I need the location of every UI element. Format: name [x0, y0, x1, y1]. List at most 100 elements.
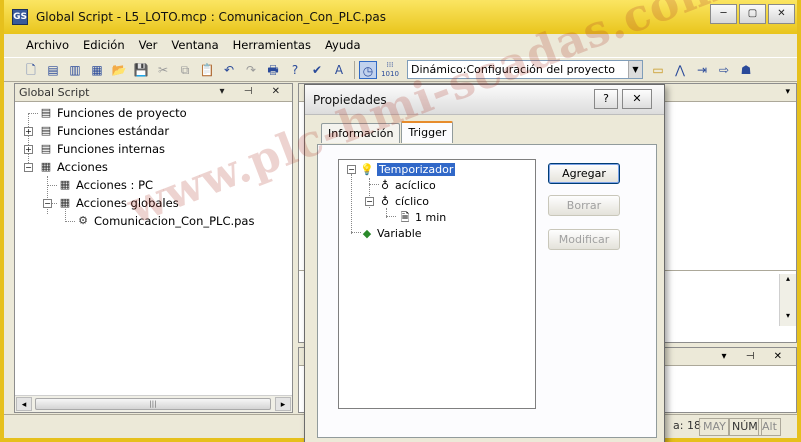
bulb-icon: 💡 — [360, 162, 374, 176]
tree-item-label: Acciones — [57, 160, 108, 174]
menu-ver[interactable]: Ver — [139, 38, 158, 52]
open-folder-icon[interactable]: 📂 — [110, 61, 128, 79]
new-standard-function-icon[interactable]: ▥ — [66, 61, 84, 79]
tab-trigger[interactable]: Trigger — [401, 121, 454, 143]
tab-informacion[interactable]: Información — [321, 123, 401, 143]
tree-item-acciones-pc[interactable]: ▦ Acciones : PC — [57, 176, 153, 194]
borrar-button[interactable]: Borrar — [548, 195, 620, 216]
grid-icon[interactable]: ⁞⁞⁞ 1010 — [381, 61, 399, 79]
import-icon[interactable]: ⇥ — [693, 61, 711, 79]
trigger-item-ciclico[interactable]: ♁ cíclico — [377, 193, 429, 209]
close-button[interactable]: ✕ — [768, 4, 795, 24]
scroll-track — [780, 283, 796, 311]
tree-item-label: Funciones de proyecto — [57, 106, 187, 120]
toolbar: 🗋 ▤ ▥ ▦ 📂 💾 ✂ ⧉ 📋 ↶ ↷ 🖶 ? ✔ A ◷ ⁞⁞⁞ 1010 … — [4, 57, 797, 82]
chevron-down-icon[interactable]: ▾ — [785, 87, 790, 97]
tree-line — [47, 176, 48, 214]
menu-archivo[interactable]: Archivo — [26, 38, 69, 52]
vertical-scrollbar[interactable]: ▴ ▾ — [779, 274, 796, 326]
folder-icon[interactable]: ▭ — [649, 61, 667, 79]
tree-item-label: Funciones internas — [57, 142, 166, 156]
save-icon[interactable]: 💾 — [132, 61, 150, 79]
dynamic-select[interactable]: Dinámico:Configuración del proyecto ▼ — [407, 60, 643, 79]
status-num: NÚM — [728, 418, 762, 436]
output-header-buttons[interactable]: ▾ ⊣ ✕ — [722, 351, 790, 362]
dialog-title-bar: Propiedades ? ✕ — [305, 85, 664, 115]
tree-item-comunicacion-plc[interactable]: ⚙ Comunicacion_Con_PLC.pas — [75, 212, 254, 230]
people-icon[interactable]: ☗ — [737, 61, 755, 79]
tree-item-label: Acciones : PC — [76, 178, 154, 192]
print-icon[interactable]: 🖶 — [264, 61, 282, 79]
document-icon: 🗎 — [400, 210, 410, 224]
trigger-tab-panel: − 💡 Temporizador ♁ acíclico − ♁ cíclico … — [317, 144, 657, 438]
compile-icon[interactable]: ✔ — [308, 61, 326, 79]
minimize-button[interactable]: ─ — [710, 4, 737, 24]
trigger-item-aciclico[interactable]: ♁ acíclico — [377, 177, 436, 193]
window-title: Global Script - L5_LOTO.mcp : Comunicaci… — [36, 10, 387, 24]
cut-icon[interactable]: ✂ — [154, 61, 172, 79]
collapse-icon[interactable]: − — [43, 199, 52, 208]
font-color-icon[interactable]: A — [330, 61, 348, 79]
dynamic-select-value: Dinámico:Configuración del proyecto — [411, 63, 615, 76]
redo-icon[interactable]: ↷ — [242, 61, 260, 79]
trigger-tree: − 💡 Temporizador ♁ acíclico − ♁ cíclico … — [338, 159, 536, 409]
status-caps: MAY — [699, 418, 730, 436]
global-script-panel: Global Script ▾ ⊣ ✕ ▤ Funciones de proye… — [14, 83, 293, 413]
new-file-icon[interactable]: 🗋 — [22, 61, 40, 79]
restore-button[interactable]: ▢ — [739, 4, 766, 24]
tree-item-label: Acciones globales — [76, 196, 179, 210]
trigger-item-1min[interactable]: 🗎 1 min — [397, 209, 447, 225]
function-list-icon: ▤ — [40, 142, 52, 155]
collapse-icon[interactable]: − — [347, 165, 356, 174]
chevron-down-icon[interactable]: ▼ — [628, 61, 642, 78]
agregar-button[interactable]: Agregar — [548, 163, 620, 184]
compass-icon[interactable]: ⋀ — [671, 61, 689, 79]
variable-icon: ◆ — [362, 226, 372, 240]
clock-icon[interactable]: ◷ — [359, 60, 377, 79]
menu-herramientas[interactable]: Herramientas — [233, 38, 311, 52]
new-action-icon[interactable]: ▦ — [88, 61, 106, 79]
expand-icon[interactable]: + — [24, 127, 33, 136]
trigger-item-label: Variable — [377, 226, 422, 240]
scroll-up-icon[interactable]: ▴ — [780, 274, 796, 283]
undo-icon[interactable]: ↶ — [220, 61, 238, 79]
tree-item-acciones-globales[interactable]: ▦ Acciones globales — [57, 194, 179, 212]
modificar-button[interactable]: Modificar — [548, 229, 620, 250]
toolbar-separator — [354, 60, 355, 79]
tree-line — [28, 113, 38, 114]
context-help-icon[interactable]: ? — [286, 61, 304, 79]
horizontal-scrollbar[interactable]: ◂ ||| ▸ — [15, 395, 292, 412]
menu-edicion[interactable]: Edición — [83, 38, 125, 52]
export-icon[interactable]: ⇨ — [715, 61, 733, 79]
menu-ventana[interactable]: Ventana — [171, 38, 218, 52]
tree-item-funciones-internas[interactable]: ▤ Funciones internas — [38, 140, 165, 158]
trigger-item-temporizador[interactable]: 💡 Temporizador — [359, 161, 456, 177]
paste-icon[interactable]: 📋 — [198, 61, 216, 79]
copy-icon[interactable]: ⧉ — [176, 61, 194, 79]
expand-icon[interactable]: + — [24, 145, 33, 154]
dialog-title: Propiedades — [313, 92, 387, 107]
title-bar: GS Global Script - L5_LOTO.mcp : Comunic… — [4, 0, 797, 34]
new-project-function-icon[interactable]: ▤ — [44, 61, 62, 79]
menu-ayuda[interactable]: Ayuda — [325, 38, 361, 52]
scroll-thumb[interactable]: ||| — [35, 398, 271, 410]
function-list-icon: ▤ — [40, 106, 52, 119]
tree-item-label: Funciones estándar — [57, 124, 170, 138]
collapse-icon[interactable]: − — [24, 163, 33, 172]
trigger-item-label: 1 min — [415, 210, 447, 224]
action-icon: ▦ — [59, 178, 71, 191]
tree-line — [386, 216, 396, 217]
tree-item-funciones-estandar[interactable]: ▤ Funciones estándar — [38, 122, 169, 140]
dialog-close-button[interactable]: ✕ — [622, 89, 652, 109]
scroll-right-icon[interactable]: ▸ — [275, 397, 291, 411]
bulb-icon: ♁ — [380, 194, 390, 208]
tree-item-funciones-proyecto[interactable]: ▤ Funciones de proyecto — [38, 104, 187, 122]
scroll-down-icon[interactable]: ▾ — [780, 311, 796, 320]
collapse-icon[interactable]: − — [365, 197, 374, 206]
panel-header-buttons[interactable]: ▾ ⊣ ✕ — [220, 86, 288, 97]
scroll-left-icon[interactable]: ◂ — [16, 397, 32, 411]
trigger-item-variable[interactable]: ◆ Variable — [359, 225, 422, 241]
script-file-icon: ⚙ — [78, 214, 88, 227]
help-button[interactable]: ? — [594, 89, 618, 109]
tree-item-acciones[interactable]: ▦ Acciones — [38, 158, 108, 176]
